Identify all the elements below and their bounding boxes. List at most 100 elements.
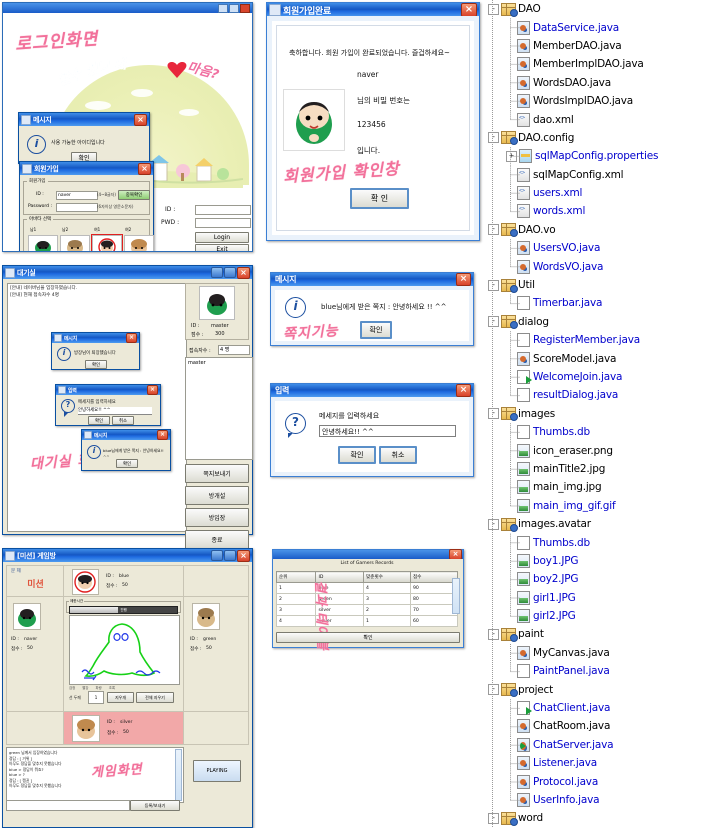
login-button[interactable]: Login — [195, 232, 249, 243]
chat-log[interactable]: green 님께서 입장하였습니다 정답 : [ 거위 ] 아무도 정답을 맞추… — [6, 747, 184, 803]
tree-package-node[interactable]: - paint — [484, 625, 705, 643]
close-icon[interactable] — [240, 3, 250, 13]
tree-file-node[interactable]: PaintPanel.java — [484, 662, 705, 680]
register-pwd-input[interactable] — [56, 203, 98, 212]
table-row[interactable]: 2 green 3 80 — [275, 593, 459, 605]
tree-file-node[interactable]: Listener.java — [484, 754, 705, 772]
collapse-expander-icon[interactable]: - — [488, 408, 499, 420]
avatar-thumb[interactable] — [28, 235, 58, 251]
user-list[interactable]: master — [185, 357, 253, 460]
collapse-expander-icon[interactable]: - — [488, 684, 499, 696]
tree-file-node[interactable]: UserInfo.java — [484, 791, 705, 809]
tree-package-node[interactable]: - dialog — [484, 313, 705, 331]
ok-button[interactable]: 확인 — [276, 632, 460, 643]
color-option[interactable]: 파랑 — [96, 685, 102, 690]
tree-file-node[interactable]: icon_eraser.png — [484, 441, 705, 459]
register-id-input[interactable]: naver — [56, 191, 98, 200]
tree-file-node[interactable]: users.xml — [484, 184, 705, 202]
drawing-canvas[interactable] — [69, 615, 180, 685]
tree-file-node[interactable]: mainTitle2.jpg — [484, 460, 705, 478]
dialog-input[interactable]: 안녕하세요!! ^^ — [78, 407, 152, 415]
maximize-button[interactable] — [229, 3, 239, 13]
collapse-expander-icon[interactable]: - — [488, 279, 499, 291]
send-note-button[interactable]: 쪽지보내기 — [185, 464, 249, 483]
quit-button[interactable]: 종료 — [185, 530, 249, 549]
message-input[interactable]: 안녕하세요!! ^^ — [319, 425, 456, 437]
tree-file-node[interactable]: MemberImplDAO.java — [484, 55, 705, 73]
tree-file-node[interactable]: UsersVO.java — [484, 239, 705, 257]
avatar-option-label[interactable]: 여1 — [94, 227, 100, 233]
close-icon[interactable]: × — [237, 549, 250, 562]
collapse-expander-icon[interactable]: - — [488, 224, 499, 236]
tree-file-node[interactable]: main_img.jpg — [484, 478, 705, 496]
tree-package-node[interactable]: - Util — [484, 276, 705, 294]
tree-file-node[interactable]: MemberDAO.java — [484, 37, 705, 55]
collapse-expander-icon[interactable]: - — [488, 316, 499, 328]
col-rank[interactable]: 순위 — [275, 571, 317, 583]
col-score[interactable]: 점수 — [409, 571, 459, 583]
table-row[interactable]: 3 silver 2 70 — [275, 604, 459, 616]
tree-file-node[interactable]: WordsDAO.java — [484, 74, 705, 92]
close-icon[interactable]: × — [157, 430, 168, 440]
tree-file-node[interactable]: RegisterMember.java — [484, 331, 705, 349]
tree-file-node[interactable]: Thumbs.db — [484, 533, 705, 551]
cancel-button[interactable]: 취소 — [112, 416, 134, 425]
tree-file-node[interactable]: boy1.JPG — [484, 552, 705, 570]
tree-file-node[interactable]: ChatRoom.java — [484, 717, 705, 735]
package-explorer-tree[interactable]: - DAO DataService.java MemberDAO.java Member… — [484, 0, 705, 828]
tree-file-node[interactable]: ScoreModel.java — [484, 349, 705, 367]
eraser-button[interactable]: 지우개 — [107, 692, 134, 703]
close-icon[interactable]: × — [126, 333, 137, 343]
close-icon[interactable]: × — [147, 385, 158, 395]
tree-package-node[interactable]: - word — [484, 809, 705, 827]
close-icon[interactable]: × — [456, 384, 471, 397]
ok-button[interactable]: 확인 — [85, 360, 107, 369]
tree-package-node[interactable]: - images.avatar — [484, 515, 705, 533]
ok-button[interactable]: 확 인 — [350, 188, 409, 209]
exit-button[interactable]: Exit — [195, 244, 249, 251]
enter-room-button[interactable]: 방입장 — [185, 508, 249, 527]
tree-file-node[interactable]: main_img_gif.gif — [484, 497, 705, 515]
cancel-button[interactable]: 취소 — [379, 446, 417, 464]
tree-file-node[interactable]: words.xml — [484, 202, 705, 220]
minimize-button[interactable] — [211, 267, 223, 278]
tree-package-node[interactable]: - images — [484, 405, 705, 423]
tree-file-node[interactable]: sqlMapConfig.xml — [484, 166, 705, 184]
send-button[interactable]: 등록/보내기 — [130, 800, 180, 811]
collapse-expander-icon[interactable]: - — [488, 132, 499, 144]
tree-file-node[interactable]: + sqlMapConfig.properties — [484, 147, 705, 165]
color-option[interactable]: 빨강 — [82, 685, 88, 690]
tree-file-node[interactable]: WelcomeJoin.java — [484, 368, 705, 386]
tree-file-node[interactable]: dao.xml — [484, 110, 705, 128]
chat-scrollbar[interactable] — [175, 749, 182, 801]
tree-file-node[interactable]: Timerbar.java — [484, 294, 705, 312]
expand-expander-icon[interactable]: + — [506, 150, 517, 162]
tree-file-node[interactable]: Protocol.java — [484, 772, 705, 790]
ok-button[interactable]: 확인 — [88, 416, 110, 425]
avatar-thumb[interactable] — [124, 235, 154, 251]
avatar-option-label[interactable]: 여2 — [125, 227, 131, 233]
chat-input[interactable] — [6, 800, 130, 811]
tree-package-node[interactable]: - project — [484, 680, 705, 698]
maximize-button[interactable] — [224, 267, 236, 278]
tree-file-node[interactable]: DataService.java — [484, 18, 705, 36]
collapse-expander-icon[interactable]: - — [488, 3, 499, 15]
tree-file-node[interactable]: girl1.JPG — [484, 589, 705, 607]
tree-file-node[interactable]: WordsImplDAO.java — [484, 92, 705, 110]
table-row[interactable]: 4 naver 1 60 — [275, 615, 459, 627]
login-pwd-input[interactable] — [195, 218, 251, 228]
collapse-expander-icon[interactable]: - — [488, 628, 499, 640]
tree-file-node[interactable]: resultDialog.java — [484, 386, 705, 404]
minimize-button[interactable] — [218, 3, 228, 13]
avatar-thumb[interactable] — [60, 235, 90, 251]
collapse-expander-icon[interactable]: - — [488, 518, 499, 530]
create-room-button[interactable]: 방개설 — [185, 486, 249, 505]
close-icon[interactable]: × — [134, 113, 147, 126]
ok-button[interactable]: 확인 — [360, 321, 392, 339]
close-icon[interactable]: × — [138, 162, 151, 175]
collapse-expander-icon[interactable]: - — [488, 812, 499, 824]
tree-file-node[interactable]: boy2.JPG — [484, 570, 705, 588]
ok-button[interactable]: 확인 — [116, 459, 138, 468]
results-scrollbar[interactable] — [452, 578, 460, 614]
tree-file-node[interactable]: ChatServer.java — [484, 736, 705, 754]
